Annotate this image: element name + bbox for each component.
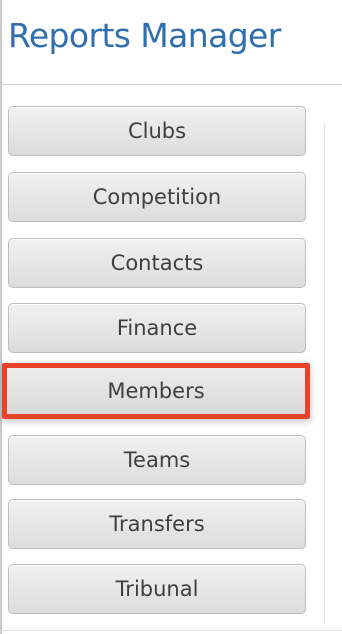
reports-manager-panel: Reports Manager Clubs Competition Contac…	[0, 0, 342, 634]
nav-button-transfers[interactable]: Transfers	[8, 499, 306, 549]
nav-button-finance[interactable]: Finance	[8, 303, 306, 353]
nav-button-teams[interactable]: Teams	[8, 435, 306, 485]
nav-button-clubs[interactable]: Clubs	[8, 106, 306, 156]
nav-button-contacts[interactable]: Contacts	[8, 238, 306, 288]
nav-button-competition[interactable]: Competition	[8, 172, 306, 222]
nav-button-members[interactable]: Members	[2, 363, 310, 419]
reports-nav: Clubs Competition Contacts Finance Membe…	[0, 0, 342, 634]
bottom-border	[0, 630, 342, 631]
nav-button-tribunal[interactable]: Tribunal	[8, 564, 306, 614]
